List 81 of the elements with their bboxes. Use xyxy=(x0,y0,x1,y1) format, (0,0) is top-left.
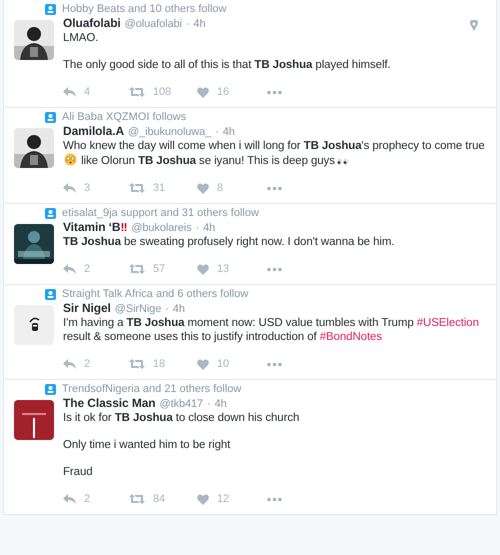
user-name[interactable]: Oluafolabi xyxy=(63,16,121,30)
more-icon[interactable] xyxy=(267,90,282,94)
user-name[interactable]: The Classic Man xyxy=(63,396,156,410)
avatar[interactable] xyxy=(14,305,54,345)
follow-context: Hobby Beats and 10 others follow xyxy=(62,3,226,15)
person-icon xyxy=(45,288,56,300)
retweet-icon xyxy=(129,494,145,504)
user-name[interactable]: Damilola.A xyxy=(63,124,124,138)
tweet-text: I'm having a TB Joshua moment now: USD value tumbles with Trump #USElection result & someone uses this to justify introduction of #BondNotes xyxy=(63,316,480,344)
user-handle[interactable]: @tkb417 xyxy=(160,397,204,411)
reply-icon xyxy=(63,264,76,274)
user-handle[interactable]: @oluafolabi xyxy=(124,17,182,31)
exclamation-mark: ‼ xyxy=(120,221,128,235)
person-icon xyxy=(45,384,56,394)
heart-icon xyxy=(197,494,209,504)
tweet-text: Fraud xyxy=(63,465,94,479)
location-pin-icon[interactable] xyxy=(470,20,478,31)
like-button[interactable]: 8 xyxy=(197,181,265,195)
hashtag-link[interactable]: #USElection xyxy=(416,317,479,329)
reply-button[interactable]: 3 xyxy=(63,181,129,195)
avatar[interactable] xyxy=(14,400,54,440)
follow-context: etisalat_9ja support and 31 others follow xyxy=(62,207,259,219)
retweet-button[interactable]: 108 xyxy=(129,85,197,99)
user-name[interactable]: Sir Nigel xyxy=(63,301,111,315)
separator-dot: · xyxy=(186,17,190,31)
reply-icon xyxy=(63,87,76,97)
heart-icon xyxy=(197,264,209,274)
retweet-button[interactable]: 84 xyxy=(129,492,197,506)
retweet-icon xyxy=(129,87,145,97)
reply-icon xyxy=(63,359,76,369)
eyes-icon xyxy=(336,158,349,166)
timestamp[interactable]: 4h xyxy=(172,302,185,316)
retweet-button[interactable]: 18 xyxy=(129,357,197,371)
tweet-text: LMAO. xyxy=(63,31,100,45)
tweet-text: TB Joshua be sweating profusely right now. I don't wanna be him. xyxy=(63,235,396,249)
follow-context: Straight Talk Africa and 6 others follow xyxy=(62,288,248,300)
separator-dot: · xyxy=(165,302,169,316)
follow-context: TrendsofNigeria and 21 others follow xyxy=(62,383,242,395)
person-icon xyxy=(45,208,56,218)
hashtag-link[interactable]: #BondNotes xyxy=(320,331,382,343)
like-button[interactable]: 16 xyxy=(197,85,265,99)
reply-button[interactable]: 2 xyxy=(63,357,129,371)
like-button[interactable]: 13 xyxy=(197,262,265,276)
like-button[interactable]: 12 xyxy=(197,492,265,506)
like-button[interactable]: 10 xyxy=(197,357,265,371)
reply-icon xyxy=(63,494,76,504)
retweet-icon xyxy=(129,359,145,369)
timestamp[interactable]: 4h xyxy=(214,397,227,411)
separator-dot: · xyxy=(207,397,211,411)
reply-button[interactable]: 2 xyxy=(63,262,129,276)
reply-button[interactable]: 4 xyxy=(63,85,129,99)
tweet-text: Only time i wanted him to be right xyxy=(63,438,232,452)
timestamp[interactable]: 4h xyxy=(193,17,206,31)
more-icon[interactable] xyxy=(267,362,282,366)
follow-context: Ali Baba XQZMOI follows xyxy=(62,111,186,123)
retweet-button[interactable]: 31 xyxy=(129,181,197,195)
tweet-text: Is it ok for TB Joshua to close down his church xyxy=(63,411,300,425)
more-icon[interactable] xyxy=(267,266,282,272)
user-handle[interactable]: @_ibukunoluwa_ xyxy=(128,125,212,139)
retweet-icon xyxy=(129,264,145,274)
reply-button[interactable]: 2 xyxy=(63,492,129,506)
retweet-button[interactable]: 57 xyxy=(129,262,197,276)
tweet-text: The only good side to all of this is that TB Joshua played himself. xyxy=(63,58,392,72)
reply-icon xyxy=(63,183,76,193)
separator-dot: · xyxy=(215,125,219,139)
tweet-text: Who knew the day will come when i will long for TB Joshua's prophecy to come true like Olorun TB Joshua se iyanu! This is deep guys xyxy=(63,139,486,168)
user-name[interactable]: Vitamin ‘B xyxy=(63,220,120,234)
blushing-face-icon xyxy=(64,153,77,166)
heart-icon xyxy=(197,182,209,194)
user-handle[interactable]: @SirNige xyxy=(114,302,162,316)
person-icon xyxy=(45,4,56,14)
person-icon xyxy=(45,112,56,122)
heart-icon xyxy=(197,86,209,98)
more-icon[interactable] xyxy=(267,496,282,502)
more-icon[interactable] xyxy=(267,186,282,190)
separator-dot: · xyxy=(196,221,200,235)
user-handle[interactable]: @bukolareis xyxy=(131,221,192,235)
timestamp[interactable]: 4h xyxy=(222,125,235,139)
timestamp[interactable]: 4h xyxy=(203,221,216,235)
retweet-icon xyxy=(129,183,145,193)
heart-icon xyxy=(197,358,209,370)
